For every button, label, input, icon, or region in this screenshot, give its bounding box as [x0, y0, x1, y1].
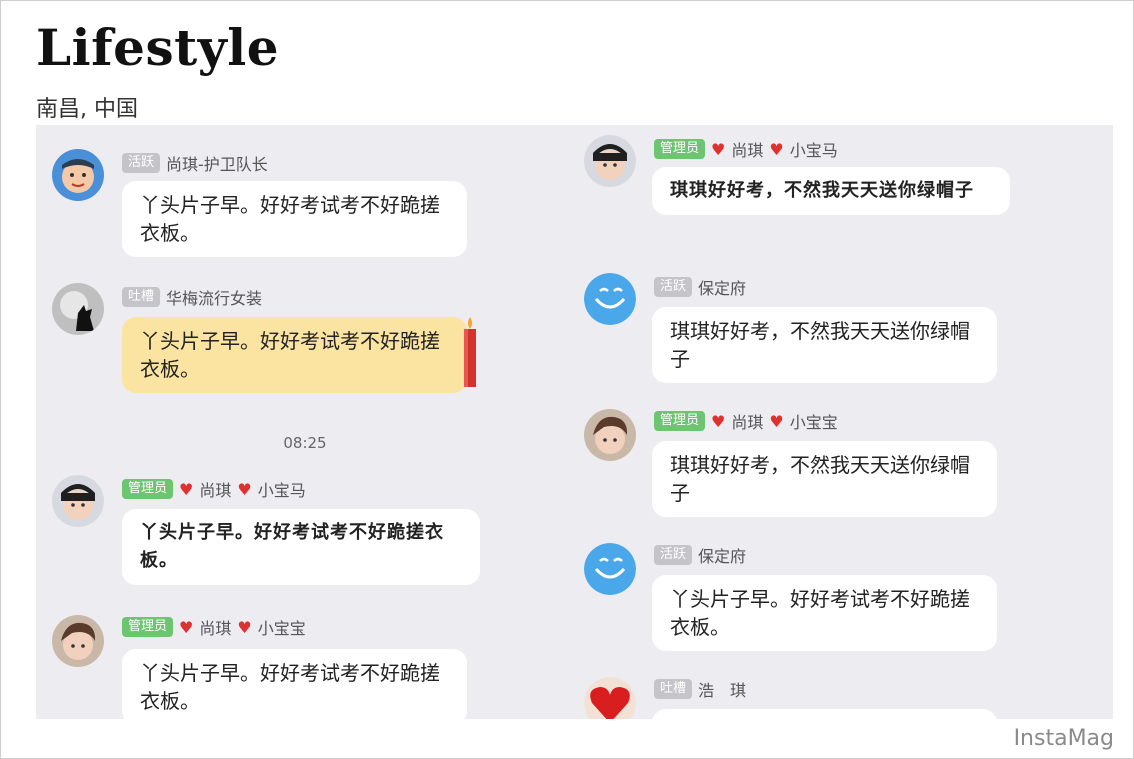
rank-badge: 吐槽: [122, 287, 161, 307]
candle-icon: [464, 317, 476, 387]
boy-avatar-icon[interactable]: [52, 475, 104, 527]
baby-avatar-icon[interactable]: [52, 149, 104, 201]
admin-badge: 管理员: [654, 139, 706, 159]
watermark: InstaMag: [1013, 726, 1114, 751]
sender-name[interactable]: 浩 琪: [698, 677, 746, 701]
sender-name[interactable]: 尚琪: [731, 409, 763, 433]
heart-icon: ♥: [769, 411, 784, 431]
message-bubble[interactable]: 琪琪好好考，不然我天天送你绿帽子: [652, 441, 997, 517]
message-bubble-candle[interactable]: 丫头片子早。好好考试考不好跪搓衣板。: [122, 317, 476, 393]
message-bubble[interactable]: 丫头片子早。好好考试考不好跪搓衣板。: [652, 575, 997, 651]
young-man-avatar-icon[interactable]: [52, 615, 104, 667]
sender-line: 活跃 保定府: [654, 275, 746, 299]
young-man-avatar-icon[interactable]: [584, 409, 636, 461]
message-bubble[interactable]: 丫头片子早。好好考试考不好跪搓衣板。: [122, 649, 467, 719]
sender-name[interactable]: 小宝马: [258, 477, 306, 501]
sender-line: 吐槽 华梅流行女装: [122, 285, 262, 309]
admin-badge: 管理员: [654, 411, 706, 431]
message-text: 丫头片子早。好好考试考不好跪搓衣板。: [140, 329, 440, 381]
rank-badge: 吐槽: [654, 679, 693, 699]
heart-icon: ♥: [179, 617, 194, 637]
heart-icon: ♥: [237, 617, 252, 637]
sender-line: 吐槽 浩 琪: [654, 677, 746, 701]
sender-name[interactable]: 小宝宝: [790, 409, 838, 433]
sender-name[interactable]: 华梅流行女装: [166, 285, 262, 309]
sender-name[interactable]: 尚琪: [731, 137, 763, 161]
sender-name[interactable]: 尚琪: [199, 477, 231, 501]
sender-line: 活跃 保定府: [654, 543, 746, 567]
blue-smile-avatar-icon[interactable]: [584, 543, 636, 595]
sender-name[interactable]: 小宝宝: [258, 615, 306, 639]
chat-column-left: 活跃 尚琪-护卫队长 丫头片子早。好好考试考不好跪搓衣板。 吐槽 华梅流行女装 …: [36, 125, 574, 719]
sender-line: 管理员 ♥ 尚琪 ♥ 小宝马: [122, 477, 306, 501]
message-bubble[interactable]: 琪琪好好考，不然我天天送你绿帽子: [652, 167, 1010, 215]
chat-column-right: 管理员 ♥ 尚琪 ♥ 小宝马 琪琪好好考，不然我天天送你绿帽子 活跃 保定府 琪…: [574, 125, 1112, 719]
sender-name[interactable]: 保定府: [698, 275, 746, 299]
sender-name[interactable]: 保定府: [698, 543, 746, 567]
page-title: Lifestyle: [36, 18, 280, 77]
message-bubble[interactable]: 丫头片子早。好好考试考不好跪搓衣板。: [122, 181, 467, 257]
message-bubble[interactable]: [652, 709, 997, 719]
admin-badge: 管理员: [122, 479, 174, 499]
rank-badge: 活跃: [122, 153, 161, 173]
heart-icon: ♥: [769, 139, 784, 159]
boy-avatar-icon[interactable]: [584, 135, 636, 187]
heart-icon: ♥: [237, 479, 252, 499]
heart-icon: ♥: [711, 139, 726, 159]
sender-line: 活跃 尚琪-护卫队长: [122, 151, 268, 175]
message-bubble[interactable]: 琪琪好好考，不然我天天送你绿帽子: [652, 307, 997, 383]
message-bubble[interactable]: 丫头片子早。好好考试考不好跪搓衣板。: [122, 509, 480, 585]
sender-line: 管理员 ♥ 尚琪 ♥ 小宝马: [654, 137, 838, 161]
wolf-moon-avatar-icon[interactable]: [52, 283, 104, 335]
time-divider: 08:25: [283, 434, 327, 452]
rank-badge: 活跃: [654, 545, 693, 565]
sender-line: 管理员 ♥ 尚琪 ♥ 小宝宝: [122, 615, 306, 639]
chat-screenshot: 活跃 尚琪-护卫队长 丫头片子早。好好考试考不好跪搓衣板。 吐槽 华梅流行女装 …: [36, 125, 1113, 719]
heart-icon: ♥: [711, 411, 726, 431]
sender-line: 管理员 ♥ 尚琪 ♥ 小宝宝: [654, 409, 838, 433]
blue-smile-avatar-icon[interactable]: [584, 273, 636, 325]
red-heart-avatar-icon[interactable]: [584, 677, 636, 719]
sender-name[interactable]: 小宝马: [790, 137, 838, 161]
sender-name[interactable]: 尚琪-护卫队长: [166, 151, 268, 175]
admin-badge: 管理员: [122, 617, 174, 637]
heart-icon: ♥: [179, 479, 194, 499]
rank-badge: 活跃: [654, 277, 693, 297]
location-label: 南昌, 中国: [36, 97, 138, 122]
sender-name[interactable]: 尚琪: [199, 615, 231, 639]
